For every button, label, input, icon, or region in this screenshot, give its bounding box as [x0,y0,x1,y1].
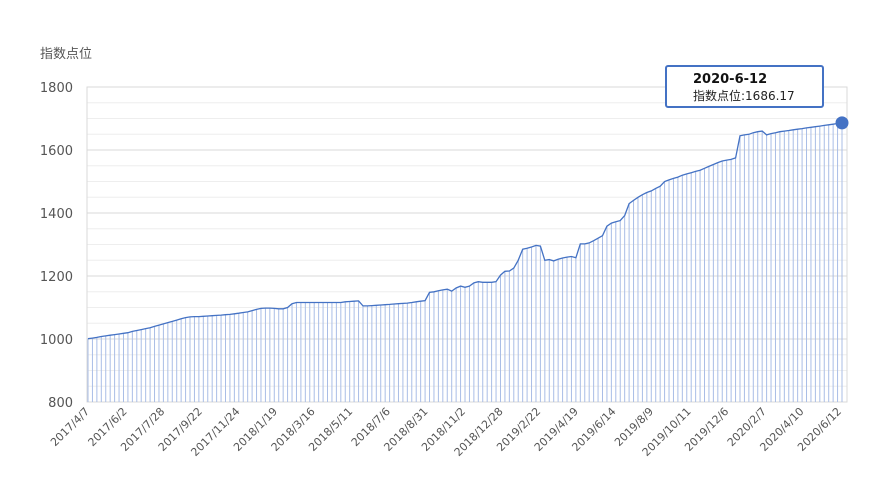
tooltip-value: 指数点位:1686.17 [693,89,795,103]
bar-layer [87,122,843,402]
tooltip: 2020-6-12 指数点位:1686.17 [665,65,824,108]
y-tick-label: 1000 [40,333,73,348]
y-tick-label: 1800 [40,81,73,96]
highlight-point[interactable] [835,116,849,130]
y-tick-label: 1400 [40,207,73,222]
y-axis-label: 指数点位 [40,47,92,62]
marker-layer[interactable] [835,116,849,130]
y-tick-label: 800 [48,396,73,411]
x-tick-label: 2017/4/7 [48,405,92,449]
y-tick-label: 1600 [40,144,73,159]
y-ticks: 800 1000 1200 1400 1600 1800 [40,81,73,411]
tooltip-date: 2020-6-12 [693,72,768,87]
grid-layer [86,86,848,403]
y-tick-label: 1200 [40,270,73,285]
x-ticks: 2017/4/72017/6/22017/7/282017/9/222017/1… [48,405,844,459]
